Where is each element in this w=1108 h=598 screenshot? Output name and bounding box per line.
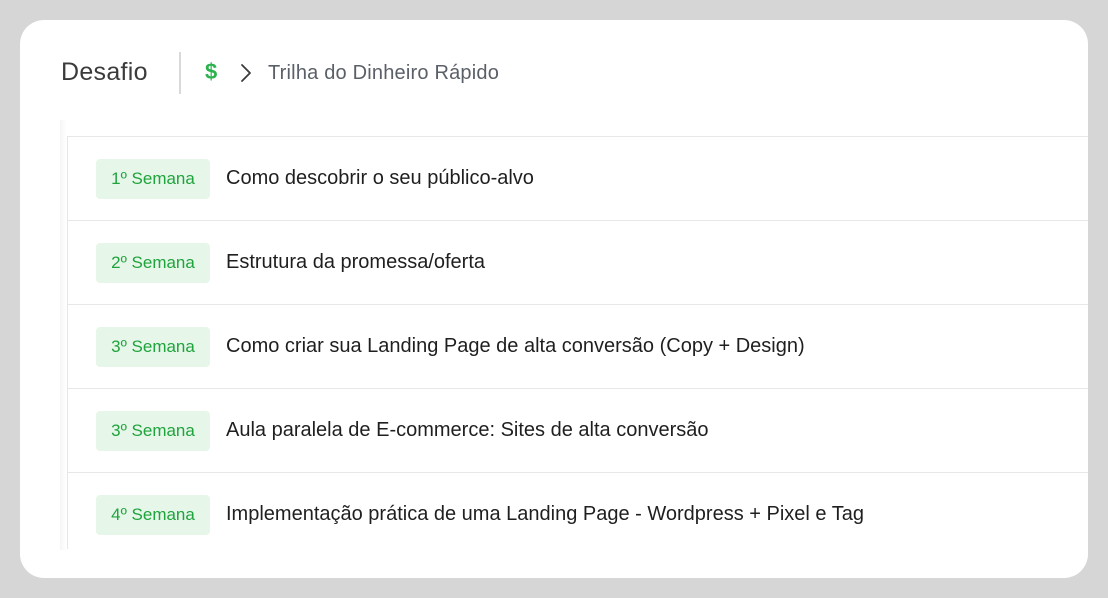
lesson-row[interactable]: 4º Semana Implementação prática de uma L… [68, 473, 1088, 549]
breadcrumb-current[interactable]: Trilha do Dinheiro Rápido [268, 62, 499, 85]
week-badge: 2º Semana [96, 243, 210, 283]
lesson-row[interactable]: 2º Semana Estrutura da promessa/oferta [68, 221, 1088, 305]
app-window: Desafio $ Trilha do Dinheiro Rápido 1º S… [20, 20, 1088, 578]
lesson-list: 1º Semana Como descobrir o seu público-a… [67, 136, 1088, 549]
dollar-icon: $ [205, 59, 218, 84]
lesson-title[interactable]: Como descobrir o seu público-alvo [226, 167, 534, 190]
week-badge: 4º Semana [96, 495, 210, 535]
page-title: Desafio [61, 58, 148, 86]
week-badge: 3º Semana [96, 327, 210, 367]
header-divider [179, 52, 181, 94]
lesson-title[interactable]: Estrutura da promessa/oferta [226, 251, 485, 274]
chevron-right-icon [241, 64, 251, 82]
lesson-row[interactable]: 1º Semana Como descobrir o seu público-a… [68, 137, 1088, 221]
lesson-row[interactable]: 3º Semana Como criar sua Landing Page de… [68, 305, 1088, 389]
lesson-title[interactable]: Como criar sua Landing Page de alta conv… [226, 335, 805, 358]
week-badge: 1º Semana [96, 159, 210, 199]
week-badge: 3º Semana [96, 411, 210, 451]
page-header: Desafio $ Trilha do Dinheiro Rápido [20, 20, 1088, 130]
list-shadow [60, 120, 66, 550]
lesson-title[interactable]: Implementação prática de uma Landing Pag… [226, 503, 864, 526]
lesson-row[interactable]: 3º Semana Aula paralela de E-commerce: S… [68, 389, 1088, 473]
lesson-title[interactable]: Aula paralela de E-commerce: Sites de al… [226, 419, 708, 442]
